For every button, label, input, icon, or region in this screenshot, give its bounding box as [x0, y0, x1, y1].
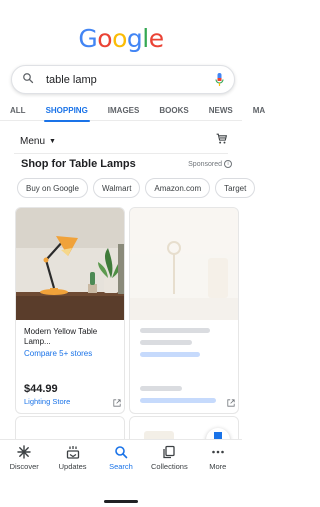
collections-icon	[161, 444, 177, 460]
tab-all[interactable]: ALL	[0, 99, 36, 121]
product-card-loading[interactable]	[129, 207, 239, 414]
asterisk-icon	[16, 444, 32, 460]
store-link[interactable]: Lighting Store	[24, 397, 70, 406]
chip-amazon[interactable]: Amazon.com	[145, 178, 211, 198]
nav-label: Search	[109, 462, 133, 471]
logo-letter: e	[148, 24, 164, 53]
tab-label: ALL	[10, 105, 26, 115]
info-icon[interactable]: i	[224, 160, 232, 168]
logo-letter: G	[78, 24, 98, 53]
shop-heading: Shop for Table Lamps	[21, 158, 136, 170]
product-price: $44.99	[24, 383, 58, 395]
nav-label: Discover	[9, 462, 39, 471]
store-chips: Buy on Google Walmart Amazon.com Target	[17, 178, 256, 198]
tab-label: IMAGES	[107, 105, 140, 115]
search-tabs: ALL SHOPPING IMAGES BOOKS NEWS MA	[0, 99, 265, 122]
nav-updates[interactable]: Updates	[49, 444, 97, 471]
nav-label: Collections	[151, 462, 188, 471]
chip-walmart[interactable]: Walmart	[92, 178, 141, 198]
product-image	[16, 208, 124, 320]
shopping-cart-icon[interactable]	[215, 132, 228, 150]
tab-news[interactable]: NEWS	[199, 99, 243, 121]
search-icon	[113, 444, 129, 460]
search-icon[interactable]	[22, 71, 34, 89]
menu-dropdown[interactable]: Menu ▼	[20, 136, 56, 147]
compare-stores-link[interactable]: Compare 5+ stores	[24, 349, 92, 358]
tab-books[interactable]: BOOKS	[149, 99, 198, 121]
tab-label: BOOKS	[159, 105, 189, 115]
tab-shopping[interactable]: SHOPPING	[36, 99, 98, 122]
skeleton-line	[140, 340, 192, 345]
bottom-navigation: Discover Updates Search Collections More	[0, 439, 242, 507]
search-input[interactable]: table lamp	[46, 74, 214, 86]
chip-target[interactable]: Target	[215, 178, 256, 198]
nav-label: More	[209, 462, 227, 471]
tab-label: NEWS	[208, 105, 233, 115]
nav-collections[interactable]: Collections	[145, 444, 193, 471]
skeleton-line	[140, 328, 210, 333]
google-logo: Google	[0, 24, 242, 53]
updates-icon	[65, 444, 81, 460]
skeleton-line	[140, 386, 182, 391]
nav-search[interactable]: Search	[97, 444, 145, 471]
sponsored-text: Sponsored	[188, 160, 222, 168]
chip-buy-on-google[interactable]: Buy on Google	[17, 178, 88, 198]
nav-label: Updates	[58, 462, 87, 471]
product-title[interactable]: Modern Yellow Table Lamp...	[24, 327, 120, 347]
tab-label: SHOPPING	[45, 105, 88, 115]
home-indicator	[104, 500, 138, 503]
search-bar[interactable]: table lamp	[11, 65, 235, 94]
skeleton-line	[140, 398, 216, 403]
logo-letter: o	[112, 24, 127, 53]
caret-down-icon: ▼	[49, 137, 56, 145]
tab-label: MA	[252, 105, 266, 115]
microphone-icon[interactable]	[214, 72, 224, 87]
sponsored-label[interactable]: Sponsored i	[188, 160, 232, 168]
skeleton-line	[140, 352, 200, 357]
divider	[14, 153, 228, 154]
more-icon	[210, 444, 226, 460]
tab-maps[interactable]: MA	[243, 99, 275, 121]
logo-letter: o	[97, 24, 113, 53]
product-image-placeholder	[130, 208, 238, 320]
product-card[interactable]: Modern Yellow Table Lamp... Compare 5+ s…	[15, 207, 125, 414]
logo-letter: g	[126, 24, 143, 53]
filter-row: Menu ▼	[20, 132, 228, 150]
external-link-icon[interactable]	[227, 394, 235, 407]
external-link-icon[interactable]	[113, 394, 121, 407]
nav-more[interactable]: More	[194, 444, 242, 471]
tab-images[interactable]: IMAGES	[98, 99, 150, 121]
nav-discover[interactable]: Discover	[0, 444, 48, 471]
menu-label: Menu	[20, 135, 46, 147]
